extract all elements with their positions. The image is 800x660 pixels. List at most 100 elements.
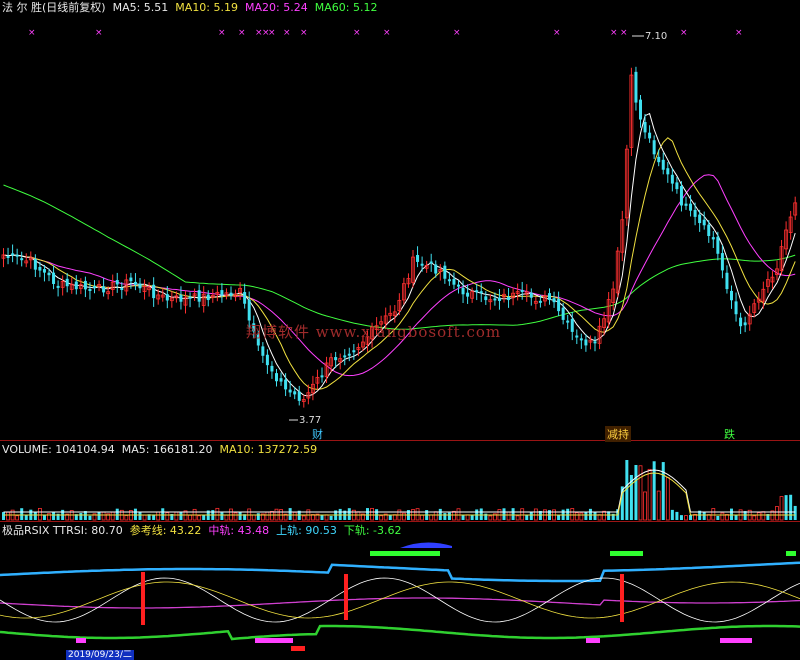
signal-x-mark: × bbox=[453, 28, 461, 38]
volume-bar bbox=[329, 515, 333, 520]
volume-bars bbox=[2, 460, 797, 521]
watermark: 翔博软件 www.xiangbosoft.com bbox=[246, 323, 502, 341]
candle-body bbox=[434, 264, 438, 274]
candlesticks bbox=[1, 66, 798, 408]
volume-bar bbox=[174, 511, 179, 521]
volume-bar bbox=[730, 508, 733, 520]
volume-bar bbox=[670, 509, 674, 520]
volume-bar bbox=[188, 514, 192, 521]
candle-body bbox=[165, 294, 169, 301]
candle-body bbox=[429, 261, 433, 264]
volume-bar bbox=[320, 515, 324, 520]
volume-bar bbox=[452, 510, 456, 521]
candle-body bbox=[20, 258, 24, 261]
rsix-ref-line bbox=[0, 581, 800, 619]
candle-body bbox=[520, 289, 524, 292]
volume-bar bbox=[793, 505, 797, 520]
signal-x-mark: × bbox=[353, 28, 361, 38]
volume-bar bbox=[24, 515, 28, 520]
ma5-line bbox=[3, 112, 796, 397]
candle-body bbox=[734, 301, 738, 315]
volume-bar bbox=[288, 508, 292, 520]
volume-bar bbox=[179, 511, 183, 520]
candle-body bbox=[466, 292, 470, 297]
candle-body bbox=[711, 237, 715, 240]
rsix-upper-band bbox=[0, 561, 800, 583]
candle-body bbox=[47, 272, 51, 276]
rsix-blue-cap bbox=[400, 542, 452, 548]
rsix-buy-signal bbox=[344, 574, 348, 620]
event-tag-jianchi[interactable]: 减持 bbox=[605, 426, 631, 442]
candle-body bbox=[648, 132, 652, 139]
volume-bar bbox=[761, 511, 766, 521]
volume-bar bbox=[656, 490, 661, 521]
volume-bar bbox=[579, 512, 584, 521]
volume-bar bbox=[379, 515, 384, 521]
volume-bar bbox=[156, 511, 161, 521]
signal-x-mark: × bbox=[300, 28, 308, 38]
event-tag-cai[interactable]: 财 bbox=[310, 426, 325, 442]
candle-body bbox=[452, 278, 456, 285]
candle-body bbox=[220, 290, 224, 296]
volume-bar bbox=[6, 511, 10, 521]
volume-bar bbox=[520, 508, 525, 521]
candle-body bbox=[461, 287, 465, 295]
candle-body bbox=[243, 292, 247, 304]
candle-body bbox=[206, 294, 210, 301]
candle-body bbox=[152, 284, 156, 299]
candle-body bbox=[352, 350, 356, 353]
candle-body bbox=[579, 338, 583, 341]
candle-body bbox=[120, 288, 124, 291]
candle-body bbox=[447, 279, 451, 282]
volume-bar bbox=[525, 514, 529, 520]
volume-bar bbox=[675, 511, 679, 520]
volume-bar bbox=[456, 508, 461, 521]
volume-bar bbox=[602, 510, 606, 521]
volume-bar bbox=[124, 515, 129, 521]
rsix-buy-signal bbox=[141, 572, 145, 625]
candle-body bbox=[702, 219, 706, 226]
volume-bar bbox=[679, 515, 683, 520]
candle-body bbox=[261, 346, 265, 356]
rsix-magenta-block bbox=[586, 638, 600, 643]
rsix-red-block bbox=[291, 646, 305, 651]
candle-body bbox=[652, 140, 656, 155]
volume-bar bbox=[88, 515, 92, 520]
rsix-magenta-block bbox=[76, 638, 86, 643]
candle-body bbox=[548, 293, 551, 300]
candle-body bbox=[179, 294, 183, 302]
candle-body bbox=[52, 272, 56, 284]
candle-body bbox=[93, 286, 96, 289]
candle-body bbox=[138, 283, 142, 289]
volume-bar bbox=[593, 512, 597, 520]
candle-body bbox=[343, 355, 347, 358]
ma20-path bbox=[3, 174, 796, 377]
candle-body bbox=[666, 168, 670, 175]
volume-bar bbox=[756, 512, 761, 521]
event-tag-die[interactable]: 跌 bbox=[722, 426, 737, 442]
signal-x-mark: × bbox=[238, 28, 246, 38]
candle-body bbox=[475, 290, 479, 293]
candle-body bbox=[716, 236, 720, 254]
high-price-label: 7.10 bbox=[645, 31, 668, 42]
volume-bar bbox=[33, 512, 37, 520]
candle-body bbox=[643, 121, 647, 133]
volume-bar bbox=[716, 515, 720, 520]
candle-body bbox=[739, 317, 743, 327]
volume-bar bbox=[270, 511, 274, 521]
signal-x-mark: × bbox=[610, 28, 618, 38]
volume-bar bbox=[233, 512, 238, 521]
volume-bar bbox=[557, 514, 561, 520]
candle-body bbox=[56, 285, 60, 288]
signal-x-mark: × bbox=[383, 28, 391, 38]
candle-body bbox=[42, 269, 46, 273]
candle-body bbox=[679, 186, 683, 206]
volume-bar bbox=[220, 512, 224, 520]
volume-bar bbox=[465, 514, 470, 521]
candle-body bbox=[297, 391, 301, 401]
volume-bar bbox=[202, 514, 206, 520]
rsix-green-block bbox=[370, 551, 440, 556]
volume-bar bbox=[574, 512, 579, 521]
volume-bar bbox=[588, 508, 592, 520]
rsix-mid-band bbox=[0, 597, 800, 609]
